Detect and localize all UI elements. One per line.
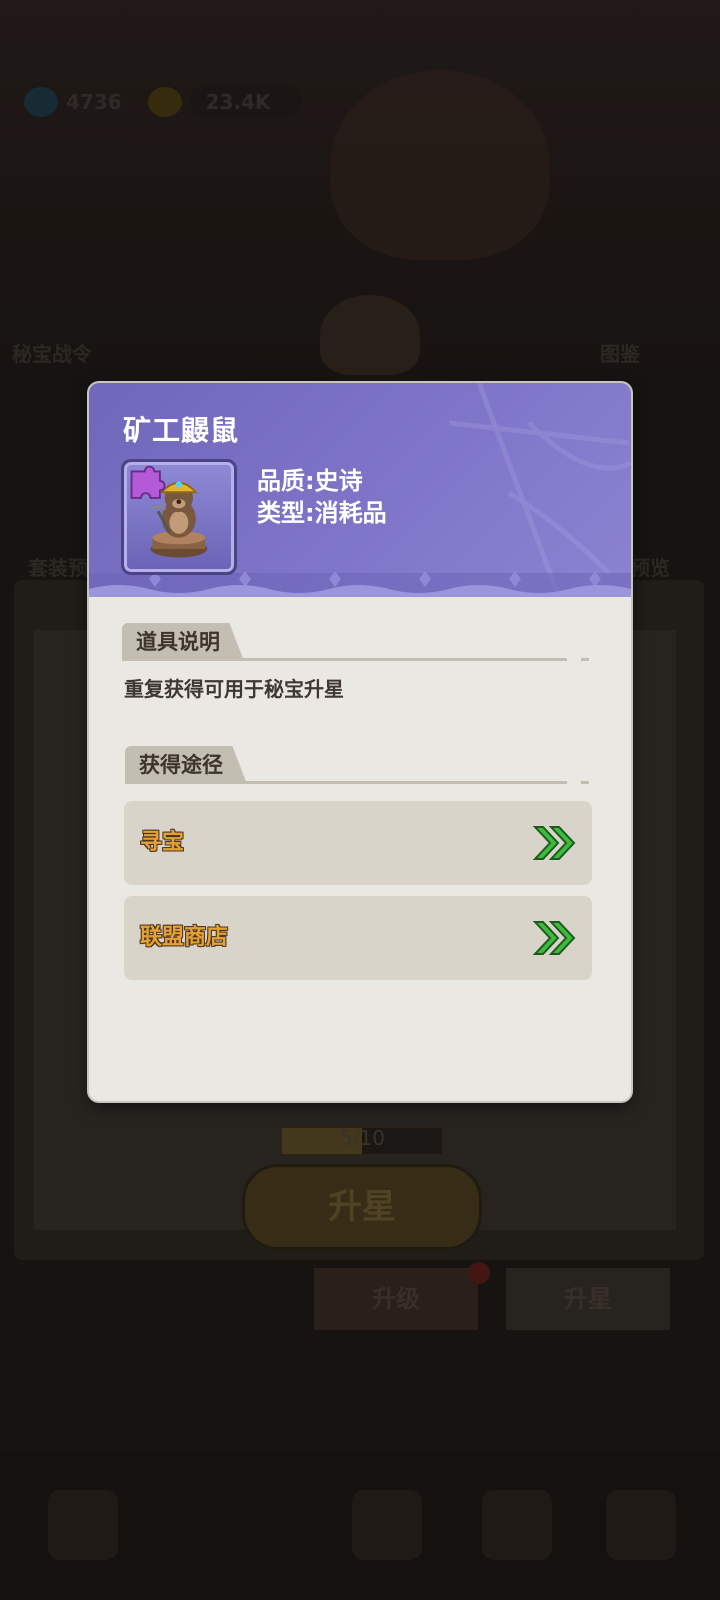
go-arrow-icon[interactable]	[532, 918, 578, 958]
sources-divider-dot	[581, 781, 589, 784]
description-divider	[122, 658, 567, 661]
description-divider-dot	[581, 658, 589, 661]
source-label: 寻宝	[140, 830, 185, 855]
sources-header: 获得途径	[125, 746, 247, 784]
go-arrow-icon[interactable]	[532, 823, 578, 863]
source-item-treasure-hunt[interactable]: 寻宝	[124, 801, 592, 885]
item-info-dialog: 矿工鼹鼠 品质:史诗 类型:消耗品 道具说明 重复获得可用于秘宝升星 获得途径 …	[89, 383, 631, 1101]
description-header: 道具说明	[122, 623, 244, 661]
item-title: 矿工鼹鼠	[123, 414, 240, 447]
sources-divider	[125, 781, 567, 784]
item-info: 品质:史诗 类型:消耗品	[257, 465, 387, 529]
mole-miner-statue-icon	[130, 465, 208, 558]
item-icon-frame	[121, 459, 237, 575]
source-label: 联盟商店	[140, 925, 229, 950]
source-item-alliance-shop[interactable]: 联盟商店	[124, 896, 592, 980]
item-description: 重复获得可用于秘宝升星	[124, 677, 344, 701]
dialog-header: 矿工鼹鼠 品质:史诗 类型:消耗品	[89, 383, 631, 597]
item-quality: 品质:史诗	[257, 467, 363, 495]
item-type: 类型:消耗品	[257, 499, 387, 527]
